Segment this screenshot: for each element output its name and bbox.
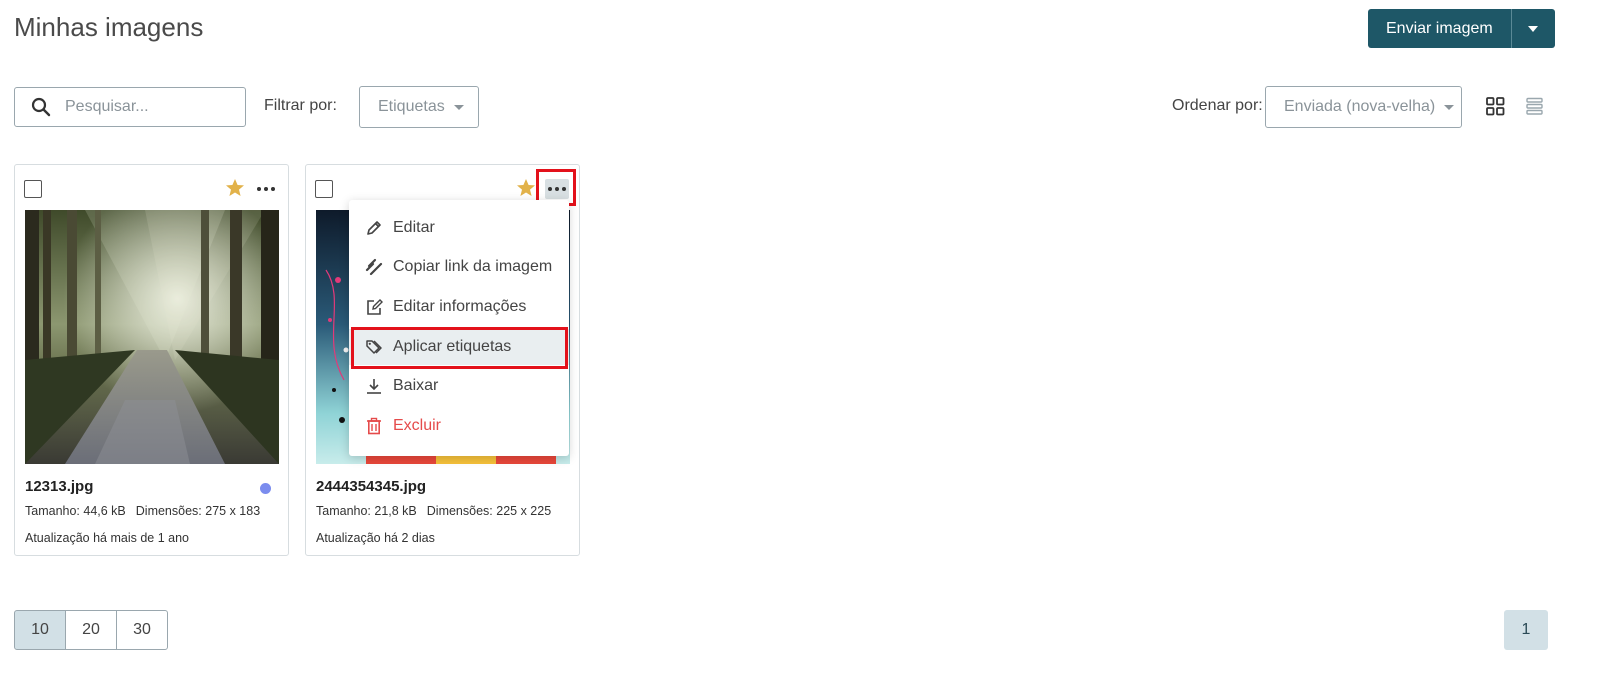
caret-down-icon [453,104,464,110]
forest-path-image [25,210,279,464]
image-filename: 12313.jpg [25,478,94,495]
image-meta: Tamanho: 44,6 kB Dimensões: 275 x 183 [25,504,260,518]
chevron-down-icon [1528,25,1539,32]
upload-image-button[interactable]: Enviar imagem [1368,9,1511,48]
search-input[interactable] [65,98,225,116]
pencil-icon [367,221,381,235]
image-thumbnail[interactable] [25,210,279,464]
menu-item-download[interactable]: Baixar [349,368,569,404]
image-dimensions: Dimensões: 275 x 183 [135,504,261,518]
menu-item-edit[interactable]: Editar [349,210,569,246]
menu-item-edit-info[interactable]: Editar informações [349,289,569,325]
sort-value: Enviada (nova-velha) [1284,98,1436,115]
image-updated: Atualização há 2 dias [316,531,435,545]
upload-button-group: Enviar imagem [1368,9,1555,48]
list-view-icon[interactable] [1526,97,1543,116]
edit-info-icon [367,299,383,315]
page-title: Minhas imagens [14,12,204,42]
sort-label: Ordenar por: [1172,97,1263,114]
page-number-current[interactable]: 1 [1504,610,1548,650]
image-card[interactable]: 12313.jpg Tamanho: 44,6 kB Dimensões: 275… [14,164,289,556]
filter-label: Filtrar por: [264,97,337,114]
search-box [14,87,246,127]
select-checkbox[interactable] [315,180,333,198]
page-size-10[interactable]: 10 [14,610,66,650]
page-size-selector: 10 20 30 [14,610,168,650]
menu-item-copy-link[interactable]: Copiar link da imagem [349,249,569,285]
search-icon [31,97,51,117]
image-updated: Atualização há mais de 1 ano [25,531,189,545]
annotation-highlight-apply-tags [351,327,568,369]
download-icon [367,379,381,394]
select-checkbox[interactable] [24,180,42,198]
image-size: Tamanho: 21,8 kB [316,504,417,518]
page-size-20[interactable]: 20 [65,610,117,650]
tags-filter-value: Etiquetas [378,98,445,115]
image-filename: 2444354345.jpg [316,478,427,495]
image-dimensions: Dimensões: 225 x 225 [426,504,552,518]
more-options-button[interactable] [254,179,278,199]
star-icon[interactable] [516,178,536,198]
image-meta: Tamanho: 21,8 kB Dimensões: 225 x 225 [316,504,551,518]
grid-view-icon[interactable] [1486,97,1505,116]
link-icon [365,258,383,276]
trash-icon [367,417,381,435]
menu-item-delete[interactable]: Excluir [349,408,569,444]
image-size: Tamanho: 44,6 kB [25,504,126,518]
upload-options-button[interactable] [1510,9,1555,48]
star-icon[interactable] [225,178,245,198]
status-dot [260,483,271,494]
tags-filter-select[interactable]: Etiquetas [359,86,479,128]
page-size-30[interactable]: 30 [116,610,168,650]
caret-down-icon [1444,104,1455,110]
sort-select[interactable]: Enviada (nova-velha) [1265,86,1462,128]
